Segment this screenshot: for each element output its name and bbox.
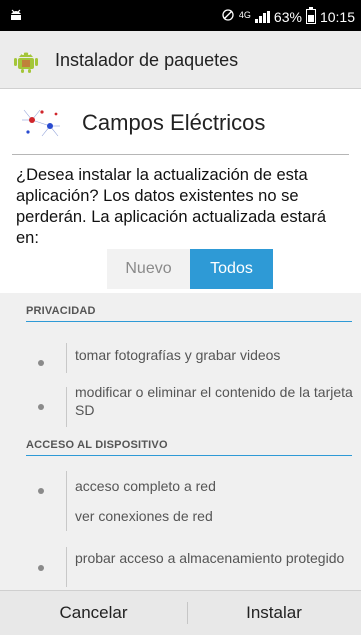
app-name: Campos Eléctricos — [82, 110, 266, 135]
status-bar: 4G 63% 10:15 — [0, 0, 361, 31]
clock: 10:15 — [319, 8, 355, 25]
network-type: 4G — [239, 7, 251, 27]
bullet-icon — [38, 565, 44, 571]
item-separator — [66, 343, 67, 373]
app-header: Campos Eléctricos — [0, 94, 361, 154]
section-divider — [26, 321, 352, 322]
bullet-icon — [38, 360, 44, 366]
android-debug-icon — [9, 6, 23, 25]
section-title-device-access: ACCESO AL DISPOSITIVO — [26, 439, 168, 451]
network-generation: 4G — [238, 10, 251, 20]
item-separator — [66, 547, 67, 587]
install-button[interactable]: Instalar — [187, 591, 361, 635]
battery-icon — [305, 7, 316, 25]
bullet-icon — [38, 404, 44, 410]
header-divider — [12, 154, 349, 155]
tab-bar: Nuevo Todos — [107, 249, 273, 289]
section-divider — [26, 455, 352, 456]
battery-percent: 63% — [273, 8, 302, 25]
permission-text: acceso completo a red — [75, 478, 216, 494]
bullet-icon — [38, 488, 44, 494]
item-separator — [66, 387, 67, 427]
permission-text: tomar fotografías y grabar videos — [75, 347, 281, 363]
permission-text: ver conexiones de red — [75, 508, 213, 524]
permissions-list[interactable]: PRIVACIDAD tomar fotografías y grabar vi… — [0, 293, 361, 590]
section-title-privacy: PRIVACIDAD — [26, 305, 96, 317]
data-rotation-icon — [221, 8, 235, 25]
tab-nuevo[interactable]: Nuevo — [107, 249, 190, 289]
android-package-installer-icon — [12, 46, 40, 74]
signal-bars-icon — [254, 10, 270, 23]
tab-todos[interactable]: Todos — [190, 249, 273, 289]
permission-text: modificar o eliminar el contenido de la … — [75, 384, 353, 418]
item-separator — [66, 471, 67, 531]
electric-field-logo — [20, 106, 62, 140]
permission-text: probar acceso a almacenamiento protegido — [75, 550, 345, 566]
install-question: ¿Desea instalar la actualización de esta… — [16, 166, 327, 247]
action-bar: Instalador de paquetes — [0, 31, 361, 89]
status-indicators: 4G 63% 10:15 — [221, 7, 355, 27]
page-title: Instalador de paquetes — [55, 50, 239, 70]
cancel-button[interactable]: Cancelar — [0, 591, 187, 635]
button-bar: Cancelar Instalar — [0, 590, 361, 635]
